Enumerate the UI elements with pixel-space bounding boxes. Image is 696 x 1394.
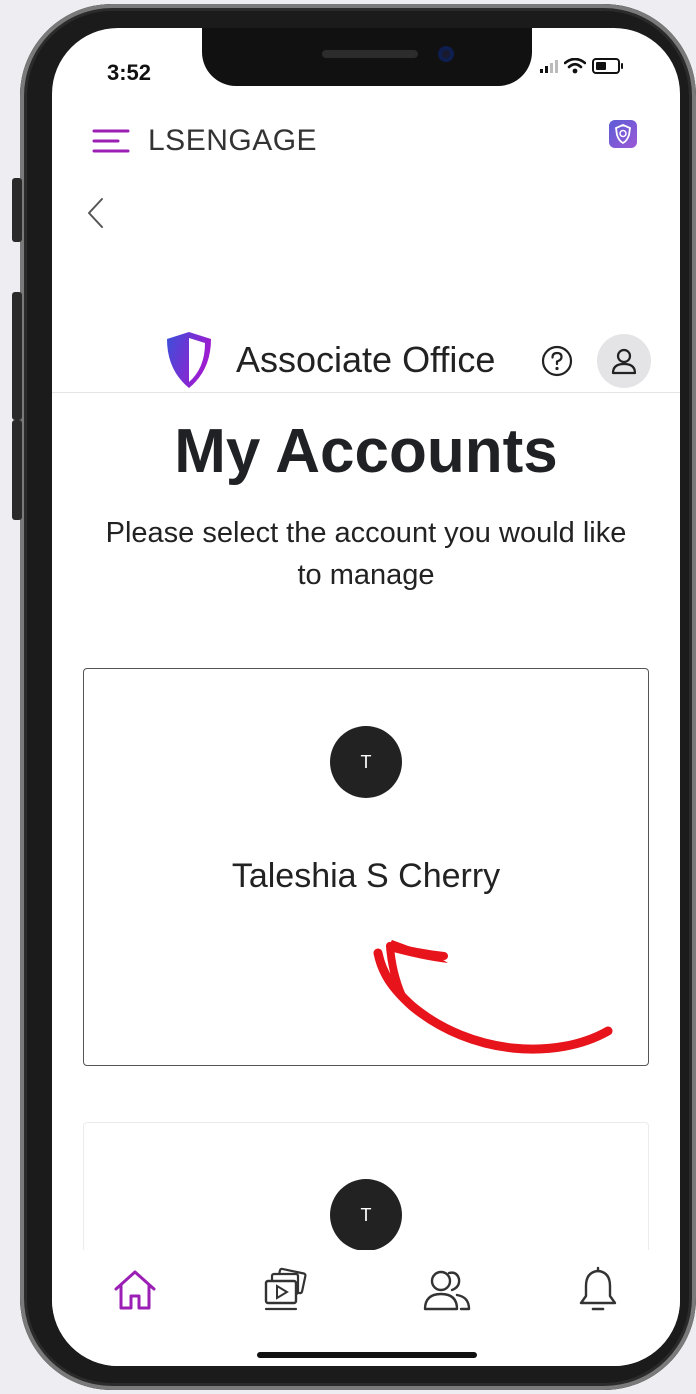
notch — [202, 28, 532, 86]
speaker — [322, 50, 418, 58]
help-icon[interactable] — [540, 344, 574, 378]
user-icon — [611, 348, 637, 375]
tab-media[interactable] — [257, 1262, 317, 1318]
tab-home[interactable] — [105, 1262, 165, 1318]
status-indicators — [540, 58, 623, 74]
account-card[interactable]: T Taleshia S Cherry — [83, 668, 649, 1066]
signal-icon — [540, 59, 558, 73]
page-subtitle: Please select the account you would like… — [105, 517, 627, 591]
people-icon — [423, 1270, 471, 1311]
status-time: 3:52 — [107, 60, 152, 85]
brand-name: Associate Office — [236, 339, 496, 380]
volume-up-button — [12, 292, 22, 420]
app-title: LSENGAGE — [148, 124, 318, 157]
bottom-tab-bar — [52, 1250, 680, 1366]
shield-badge-icon — [615, 124, 631, 144]
header-divider — [52, 392, 680, 393]
page-title: My Accounts — [174, 417, 558, 486]
mute-switch — [12, 178, 22, 242]
phone-screen: 3:52 LSENGAGE Associate Office My Accoun… — [52, 28, 680, 1366]
back-chevron-icon[interactable] — [86, 196, 106, 230]
app-header: LSENGAGE — [52, 120, 680, 164]
volume-down-button — [12, 420, 22, 520]
menu-icon[interactable] — [92, 128, 130, 154]
tab-notifications[interactable] — [568, 1262, 628, 1318]
account-name: Taleshia S Cherry — [231, 857, 501, 895]
profile-button[interactable] — [597, 334, 651, 388]
media-icon — [264, 1267, 307, 1311]
home-icon — [114, 1270, 156, 1310]
avatar: T — [330, 726, 402, 798]
front-camera — [438, 46, 454, 62]
app-logo-badge[interactable] — [609, 120, 637, 148]
avatar: T — [330, 1179, 402, 1251]
shield-logo-icon — [167, 332, 211, 388]
brand-header: Associate Office — [52, 330, 680, 392]
battery-icon — [592, 58, 623, 74]
bell-icon — [579, 1266, 617, 1311]
wifi-icon — [564, 58, 586, 74]
tab-people[interactable] — [417, 1262, 477, 1318]
home-indicator — [257, 1352, 477, 1358]
